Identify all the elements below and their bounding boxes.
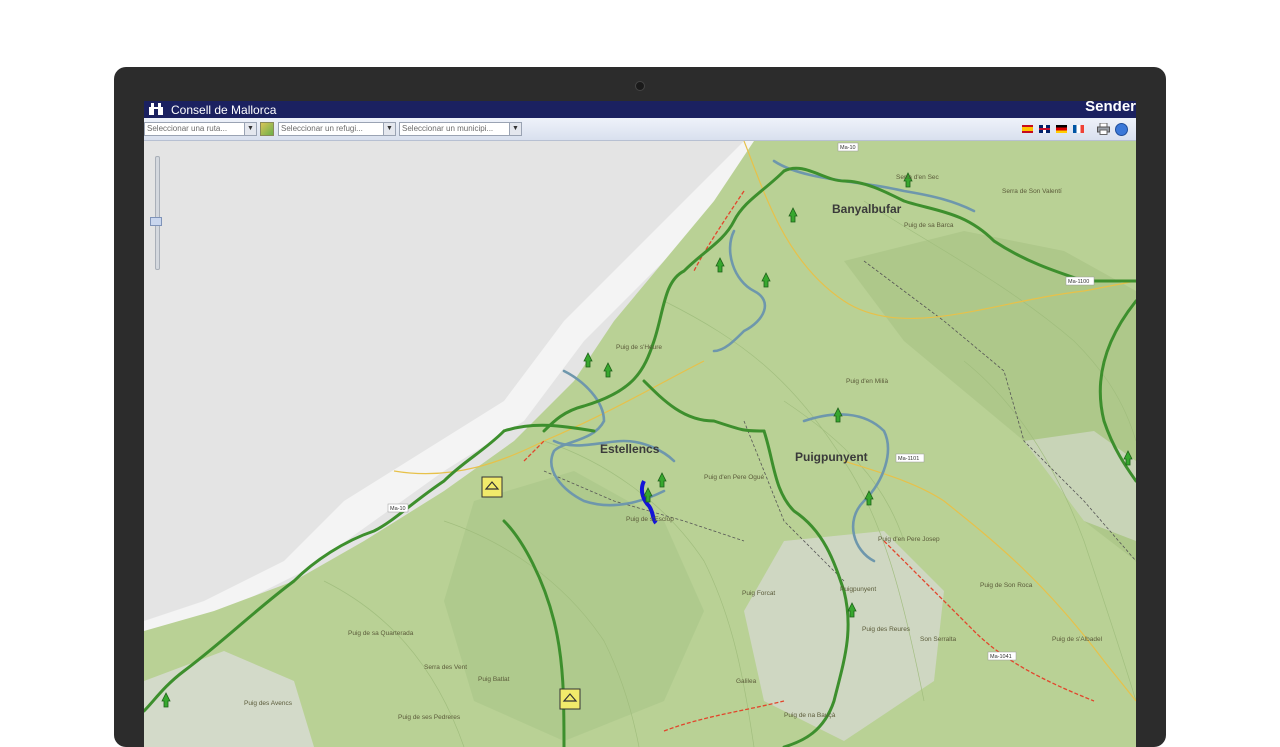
laptop-frame: Consell de Mallorca Sender Seleccionar u…: [114, 67, 1166, 747]
chevron-down-icon[interactable]: ▼: [383, 123, 395, 135]
place-label: Puig de sa Barca: [904, 222, 954, 229]
app-screen: Consell de Mallorca Sender Seleccionar u…: [144, 101, 1136, 747]
place-label: Puig de na Bauçà: [784, 712, 836, 719]
route-select-value: Seleccionar una ruta...: [147, 124, 228, 133]
town-label: Estellencs: [600, 442, 660, 456]
refuge-select[interactable]: Seleccionar un refugi... ▼: [278, 122, 396, 136]
municipality-select[interactable]: Seleccionar un municipi... ▼: [399, 122, 522, 136]
place-label: Galilea: [736, 678, 757, 685]
zoom-slider-handle[interactable]: [150, 217, 162, 226]
place-label: Puig Forcat: [742, 590, 775, 597]
place-label: Puig d'en Milià: [846, 378, 888, 385]
place-label: Serra d'en Sec: [896, 174, 940, 181]
chevron-down-icon[interactable]: ▼: [244, 123, 256, 135]
svg-text:Ma-10: Ma-10: [390, 506, 406, 512]
zoom-slider-track[interactable]: [155, 156, 160, 270]
app-brand: Sender: [1085, 101, 1136, 115]
map-layer-icon[interactable]: [260, 122, 274, 136]
camera-icon: [635, 81, 645, 91]
french-flag-icon[interactable]: [1073, 125, 1084, 133]
svg-text:Ma-1100: Ma-1100: [1068, 279, 1089, 285]
refuge-select-value: Seleccionar un refugi...: [281, 124, 363, 133]
place-label: Puig de s'Heure: [616, 344, 662, 351]
chevron-down-icon[interactable]: ▼: [509, 123, 521, 135]
place-label: Serra des Vent: [424, 664, 467, 671]
german-flag-icon[interactable]: [1056, 125, 1067, 133]
place-label: Puig de s'Esclop: [626, 516, 674, 523]
svg-text:Ma-1101: Ma-1101: [898, 456, 919, 462]
place-label: Puig de Son Roca: [980, 582, 1033, 589]
place-label: Puig d'en Pere Ogué: [704, 474, 765, 481]
app-header: Consell de Mallorca Sender: [144, 101, 1136, 118]
map-canvas[interactable]: Banyalbufar Estellencs Puigpunyent Serra…: [144, 140, 1136, 747]
toolbar: Seleccionar una ruta... ▼ Seleccionar un…: [144, 118, 1136, 141]
english-flag-icon[interactable]: [1039, 125, 1050, 133]
place-label: Serra de Son Valentí: [1002, 188, 1062, 195]
place-label: Puig d'en Pere Josep: [878, 536, 940, 543]
map-view[interactable]: Banyalbufar Estellencs Puigpunyent Serra…: [144, 140, 1136, 747]
council-logo-icon: [149, 103, 163, 115]
place-label: Puigpunyent: [840, 586, 876, 593]
svg-text:Ma-1041: Ma-1041: [990, 654, 1012, 660]
town-label: Puigpunyent: [795, 450, 868, 464]
municipality-select-value: Seleccionar un municipi...: [402, 124, 494, 133]
print-icon[interactable]: [1097, 123, 1110, 135]
help-icon[interactable]: [1115, 123, 1128, 136]
town-label: Banyalbufar: [832, 202, 902, 216]
spanish-flag-icon[interactable]: [1022, 125, 1033, 133]
organization-name: Consell de Mallorca: [171, 103, 277, 117]
place-label: Puig des Avencs: [244, 700, 293, 707]
place-label: Son Serralta: [920, 636, 957, 643]
place-label: Puig des Reures: [862, 626, 911, 633]
place-label: Puig de sa Quarterada: [348, 630, 414, 637]
place-label: Puig de s'Albadel: [1052, 636, 1103, 643]
place-label: Puig Batlat: [478, 676, 510, 683]
route-select[interactable]: Seleccionar una ruta... ▼: [144, 122, 257, 136]
svg-text:Ma-10: Ma-10: [840, 145, 856, 151]
